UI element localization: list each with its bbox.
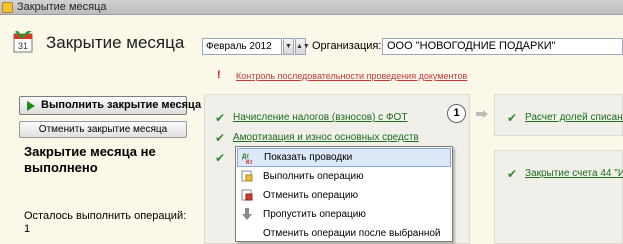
app-icon xyxy=(2,2,13,13)
window-title: Закрытие месяца xyxy=(17,1,107,13)
operation-link[interactable]: Закрытие счета 44 "Из xyxy=(525,168,623,179)
organization-field[interactable]: ООО "НОВОГОДНИЕ ПОДАРКИ" xyxy=(382,38,623,55)
status-text: Закрытие месяца не выполнено xyxy=(24,144,156,175)
window-titlebar: Закрытие месяца xyxy=(0,0,623,15)
menu-item-run-operation[interactable]: Выполнить операцию xyxy=(237,167,451,186)
svg-text:Кт: Кт xyxy=(246,160,253,164)
operation-link[interactable]: Амортизация и износ основных средств xyxy=(233,132,419,143)
menu-item-label: Показать проводки xyxy=(264,152,353,163)
menu-item-label: Отменить операции после выбранной xyxy=(263,228,441,239)
page-title: Закрытие месяца xyxy=(46,33,185,52)
sequence-control-link[interactable]: Контроль последовательности проведения д… xyxy=(236,71,467,81)
cancel-operation-icon xyxy=(241,189,253,201)
warning-icon: ! xyxy=(217,69,221,81)
play-icon xyxy=(27,101,35,111)
menu-item-label: Пропустить операцию xyxy=(263,209,366,220)
arrow-right-icon xyxy=(476,110,488,118)
check-icon: ✔ xyxy=(507,111,518,125)
remaining-operations-text: Осталось выполнить операций: 1 xyxy=(24,210,187,235)
period-spin-button[interactable]: ▲▼ xyxy=(295,38,310,55)
cancel-month-close-button[interactable]: Отменить закрытие месяца xyxy=(19,121,187,138)
operation-link[interactable]: Начисление налогов (взносов) с ФОТ xyxy=(233,112,407,123)
operation-link[interactable]: Расчет долей списания xyxy=(525,112,623,123)
calendar-icon: 31 xyxy=(13,31,33,53)
check-icon: ✔ xyxy=(215,111,226,125)
run-month-close-button[interactable]: Выполнить закрытие месяца xyxy=(19,96,201,115)
run-operation-icon xyxy=(241,170,253,182)
menu-item-skip-operation[interactable]: Пропустить операцию xyxy=(237,205,451,224)
postings-icon: Дт Кт xyxy=(242,154,253,164)
run-month-close-label: Выполнить закрытие месяца xyxy=(41,99,202,111)
operations-panel-next-2 xyxy=(494,150,623,244)
check-icon: ✔ xyxy=(215,151,226,165)
organization-label: Организация: xyxy=(312,40,382,52)
menu-item-label: Отменить операцию xyxy=(263,190,358,201)
skip-arrow-icon xyxy=(242,208,252,220)
context-menu: Дт Кт Показать проводки Выполнить операц… xyxy=(235,146,453,242)
step-number-badge: 1 xyxy=(447,104,466,123)
check-icon: ✔ xyxy=(215,131,226,145)
menu-item-show-postings[interactable]: Дт Кт Показать проводки xyxy=(237,148,451,167)
period-dropdown-button[interactable]: ▼ xyxy=(283,38,294,55)
svg-text:31: 31 xyxy=(18,41,28,51)
menu-item-cancel-operation[interactable]: Отменить операцию xyxy=(237,186,451,205)
period-field[interactable]: Февраль 2012 xyxy=(202,38,282,55)
menu-item-cancel-after-selected[interactable]: Отменить операции после выбранной xyxy=(237,224,451,243)
check-icon: ✔ xyxy=(507,167,518,181)
menu-item-label: Выполнить операцию xyxy=(263,171,364,182)
